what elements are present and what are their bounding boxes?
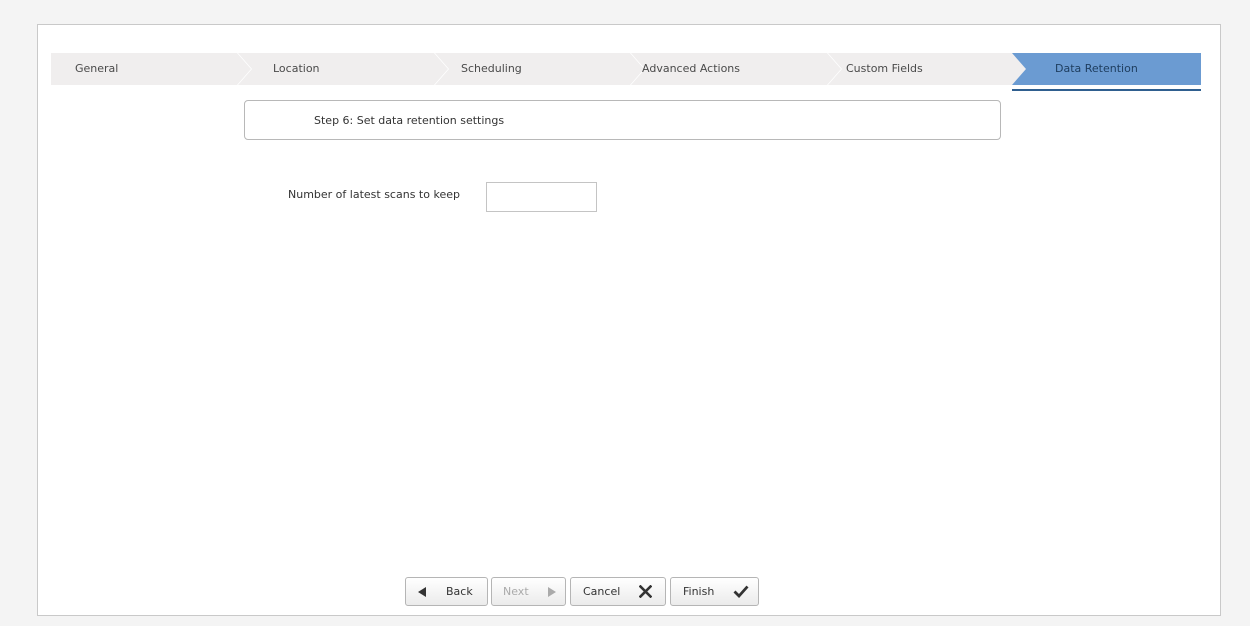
- back-button[interactable]: Back: [405, 577, 488, 606]
- step-scheduling-label: Scheduling: [461, 62, 522, 75]
- step-location-shape: [238, 53, 448, 85]
- step-data-retention-label: Data Retention: [1055, 62, 1138, 75]
- checkmark-icon: [733, 578, 749, 605]
- finish-button-label: Finish: [683, 585, 715, 598]
- step-location-label: Location: [273, 62, 320, 75]
- cancel-button[interactable]: Cancel: [570, 577, 666, 606]
- step-heading: Step 6: Set data retention settings: [314, 114, 505, 127]
- scans-to-keep-label: Number of latest scans to keep: [288, 188, 460, 201]
- next-button-label: Next: [503, 585, 529, 598]
- x-icon: [639, 578, 652, 605]
- step-data-retention[interactable]: Data Retention: [1012, 53, 1201, 85]
- step-general[interactable]: General: [51, 53, 251, 85]
- finish-button[interactable]: Finish: [670, 577, 759, 606]
- triangle-right-icon: [548, 578, 556, 605]
- step-location[interactable]: Location: [238, 53, 448, 85]
- step-custom-fields[interactable]: Custom Fields: [828, 53, 1028, 85]
- scans-to-keep-input[interactable]: [486, 182, 597, 212]
- triangle-left-icon: [418, 578, 426, 605]
- back-button-label: Back: [446, 585, 473, 598]
- step-general-label: General: [75, 62, 119, 75]
- active-step-underline: [1012, 89, 1201, 91]
- step-scheduling[interactable]: Scheduling: [435, 53, 644, 85]
- step-advanced-actions-label: Advanced Actions: [642, 62, 741, 75]
- step-heading-box: Step 6: Set data retention settings: [244, 100, 1001, 140]
- cancel-button-label: Cancel: [583, 585, 621, 598]
- wizard-steps: General Location Scheduling Advanced Act…: [51, 53, 1201, 85]
- step-advanced-actions[interactable]: Advanced Actions: [631, 53, 841, 85]
- step-custom-fields-label: Custom Fields: [846, 62, 923, 75]
- next-button[interactable]: Next: [491, 577, 566, 606]
